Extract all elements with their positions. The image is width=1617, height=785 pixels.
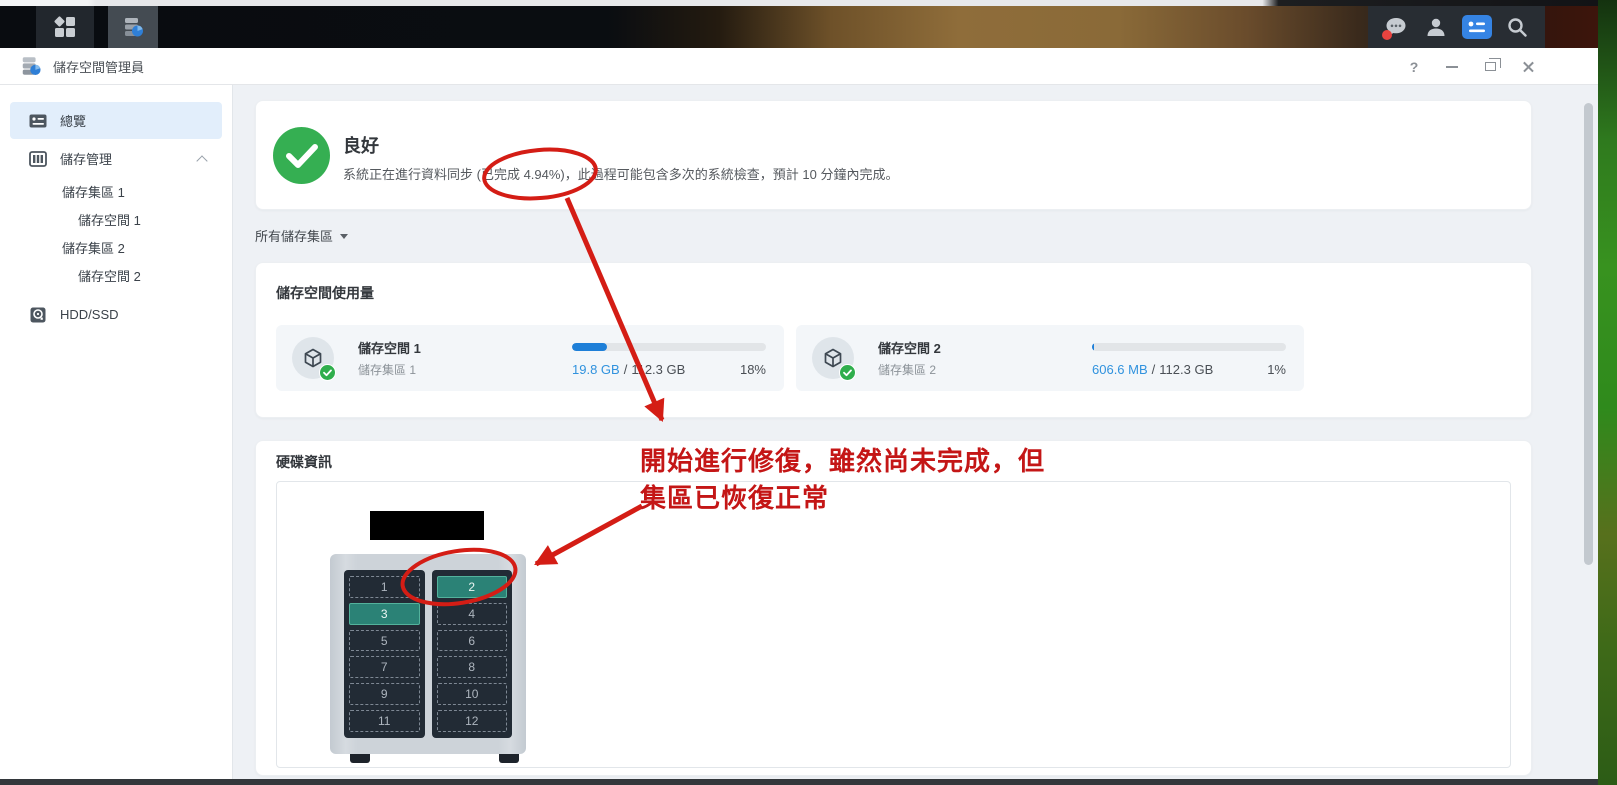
- restore-icon: [1484, 58, 1501, 71]
- storage-manager-icon: [125, 18, 143, 37]
- disk-info-card: 硬碟資訊 1 3 5 7 9 11 2 4 6 8 10 12: [255, 440, 1532, 776]
- volume-pool: 儲存集區 1: [358, 363, 417, 377]
- drive-bay-9: 9: [349, 683, 420, 706]
- sidebar-item-volume-2[interactable]: 儲存空間 2: [10, 262, 222, 289]
- disk-info-heading: 硬碟資訊: [276, 454, 332, 470]
- taskbar-storage-manager-button[interactable]: [108, 6, 158, 48]
- window-titlebar: 儲存空間管理員 ?: [0, 48, 1598, 85]
- volume-total: 112.3 GB: [1159, 362, 1214, 377]
- volume-usage-bar: [572, 343, 766, 351]
- main-menu-icon: [53, 15, 75, 37]
- volume-percent: 18%: [739, 362, 766, 377]
- drive-bay-7: 7: [349, 656, 420, 679]
- overview-icon: [29, 114, 47, 127]
- volume-2-card[interactable]: 儲存空間 2 儲存集區 2 606.6 MB / 112.3 GB 1%: [796, 325, 1304, 391]
- main-content: 良好 系統正在進行資料同步 (已完成 4.94%)，此過程可能包含多次的系統檢查…: [233, 85, 1598, 779]
- close-button[interactable]: [1520, 59, 1536, 75]
- disk-enclosure: 1 3 5 7 9 11 2 4 6 8 10 12: [330, 554, 526, 754]
- taskbar-tray: [1368, 6, 1545, 48]
- enclosure-foot: [499, 754, 519, 763]
- taskbar: [0, 6, 1598, 48]
- drive-bay-12: 12: [436, 710, 507, 732]
- status-message: 系統正在進行資料同步 (已完成 4.94%)，此過程可能包含多次的系統檢查，預計…: [343, 167, 899, 182]
- drive-bay-5: 5: [349, 629, 420, 652]
- volume-usage-card: 儲存空間使用量 儲存空間 1 儲存集區 1 19.8 GB / 112.3 GB…: [255, 262, 1532, 418]
- volume-total: 112.3 GB: [631, 362, 686, 377]
- health-status-card: 良好 系統正在進行資料同步 (已完成 4.94%)，此過程可能包含多次的系統檢查…: [255, 100, 1532, 210]
- sidebar-item-pool-1[interactable]: 儲存集區 1: [10, 178, 222, 205]
- volume-1-card[interactable]: 儲存空間 1 儲存集區 1 19.8 GB / 112.3 GB 18%: [276, 325, 784, 391]
- drive-bay-8: 8: [436, 656, 507, 679]
- close-icon: [1522, 60, 1535, 73]
- help-button[interactable]: ?: [1406, 59, 1422, 75]
- user-icon[interactable]: [1421, 12, 1451, 42]
- hdd-icon: [30, 307, 46, 322]
- sidebar-item-hdd-ssd[interactable]: HDD/SSD: [10, 296, 222, 333]
- window-title: 儲存空間管理員: [53, 59, 145, 75]
- pool-filter-dropdown[interactable]: 所有儲存集區: [255, 226, 349, 245]
- volume-used: 19.8 GB: [572, 362, 620, 377]
- sidebar-item-label: 總覽: [60, 114, 87, 129]
- sidebar-item-pool-2[interactable]: 儲存集區 2: [10, 234, 222, 261]
- drive-bay-11: 11: [349, 710, 420, 732]
- volume-usage-bar: [1092, 343, 1286, 351]
- sidebar-item-storage-manage[interactable]: 儲存管理: [10, 140, 222, 177]
- status-title: 良好: [343, 136, 379, 156]
- chevron-up-icon: [196, 155, 208, 167]
- chevron-down-icon: [340, 234, 349, 239]
- main-menu-button[interactable]: [36, 6, 94, 48]
- restore-button[interactable]: [1482, 58, 1501, 75]
- volume-icon: [812, 337, 856, 381]
- sidebar-item-overview[interactable]: 總覽: [10, 102, 222, 139]
- sidebar-item-label: 儲存管理: [60, 152, 113, 167]
- volume-name: 儲存空間 1: [358, 341, 421, 356]
- widgets-icon[interactable]: [1461, 12, 1492, 42]
- minimize-icon: [1446, 65, 1458, 68]
- volume-pool: 儲存集區 2: [878, 363, 937, 377]
- volume-name: 儲存空間 2: [878, 341, 941, 356]
- chat-icon[interactable]: [1381, 12, 1411, 42]
- usage-heading: 儲存空間使用量: [276, 285, 374, 301]
- healthy-badge-icon: [319, 364, 336, 381]
- desktop-wallpaper: [1598, 0, 1617, 785]
- enclosure-foot: [350, 754, 370, 763]
- desktop-bottom-edge: [0, 779, 1598, 785]
- bay-column-left: 1 3 5 7 9 11: [344, 570, 425, 738]
- disk-enclosure-panel: 1 3 5 7 9 11 2 4 6 8 10 12: [276, 481, 1511, 768]
- bay-column-right: 2 4 6 8 10 12: [431, 570, 512, 738]
- storage-manager-icon: [22, 57, 41, 75]
- drive-bay-4: 4: [436, 602, 507, 625]
- search-icon[interactable]: [1502, 12, 1532, 42]
- pool-filter-label: 所有儲存集區: [255, 229, 334, 244]
- healthy-check-icon: [273, 127, 330, 184]
- vertical-scrollbar[interactable]: [1584, 103, 1593, 565]
- storage-manage-icon: [29, 150, 47, 167]
- volume-usage-stats: 19.8 GB / 112.3 GB 18%: [572, 362, 766, 377]
- sync-progress-text: (已完成 4.94%): [476, 167, 565, 182]
- volume-icon: [292, 337, 336, 381]
- minimize-button[interactable]: [1444, 59, 1460, 75]
- storage-manager-window: 儲存空間管理員 ? 總覽 儲存管理 儲存集區 1 儲存空間 1 儲存集區 2 儲…: [0, 48, 1598, 779]
- sidebar: 總覽 儲存管理 儲存集區 1 儲存空間 1 儲存集區 2 儲存空間 2 HDD/…: [0, 85, 233, 779]
- drive-bay-1: 1: [349, 576, 420, 598]
- drive-bay-10: 10: [436, 683, 507, 706]
- drive-bay-2: 2: [436, 576, 507, 598]
- drive-bay-3: 3: [349, 602, 420, 625]
- drive-bay-6: 6: [436, 629, 507, 652]
- volume-percent: 1%: [1267, 362, 1286, 377]
- volume-used: 606.6 MB: [1092, 362, 1148, 377]
- redacted-device-name: [370, 511, 484, 540]
- sidebar-item-volume-1[interactable]: 儲存空間 1: [10, 206, 222, 233]
- healthy-badge-icon: [839, 364, 856, 381]
- volume-usage-stats: 606.6 MB / 112.3 GB 1%: [1092, 362, 1286, 377]
